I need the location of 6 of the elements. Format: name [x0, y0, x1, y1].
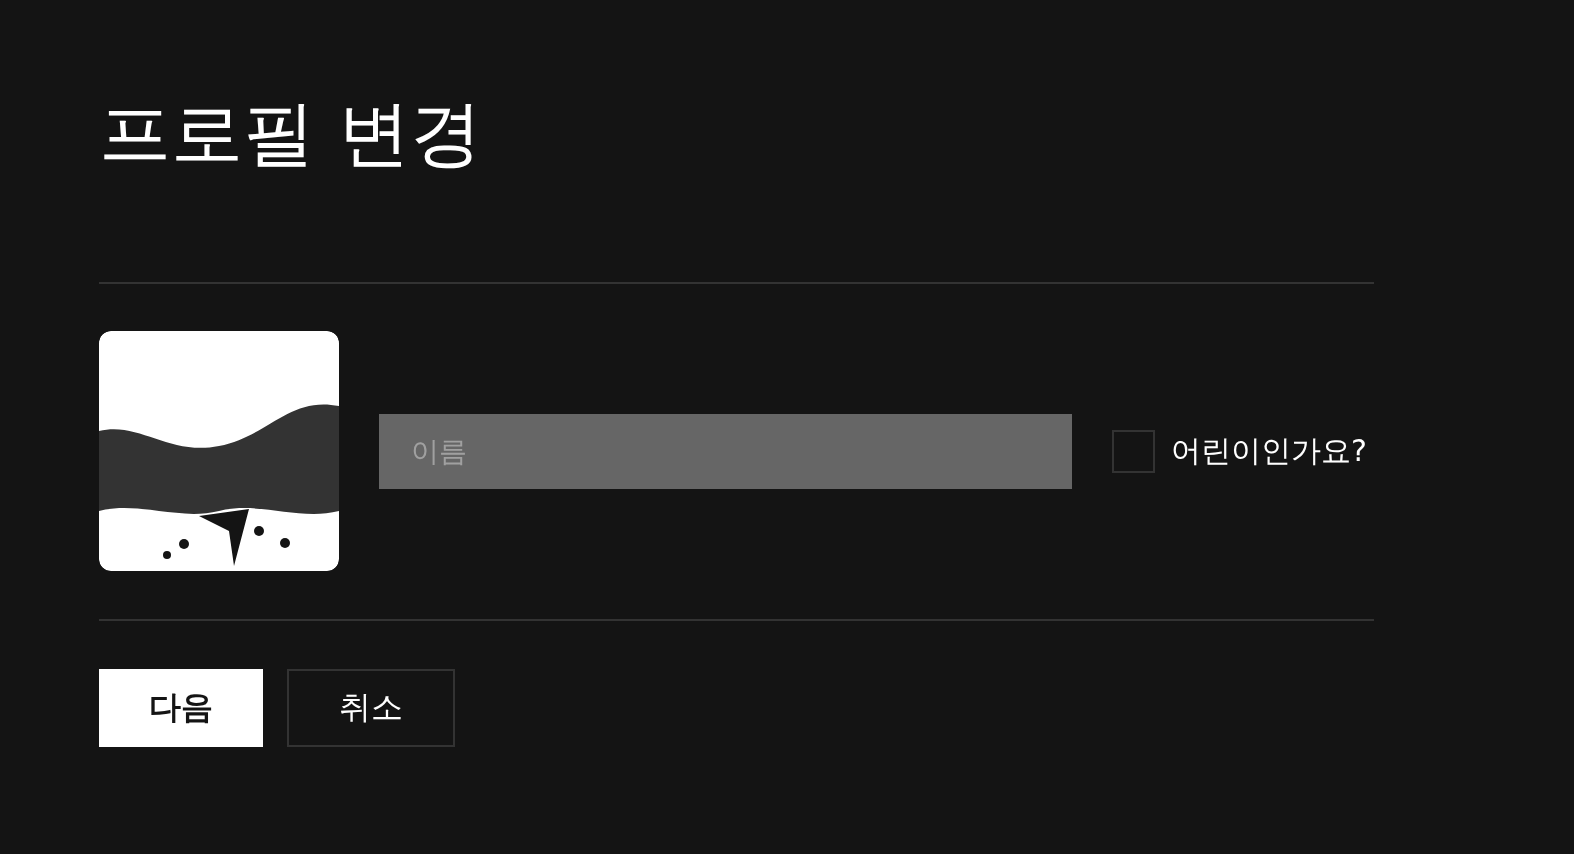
checkbox[interactable]: [1112, 429, 1155, 473]
next-button[interactable]: 다음: [99, 669, 263, 747]
page-title: 프로필 변경: [99, 90, 482, 177]
checkbox-label: 어린이인가요?: [1171, 431, 1367, 470]
cancel-button[interactable]: 취소: [287, 669, 455, 747]
name-field[interactable]: 이름: [379, 413, 1072, 489]
